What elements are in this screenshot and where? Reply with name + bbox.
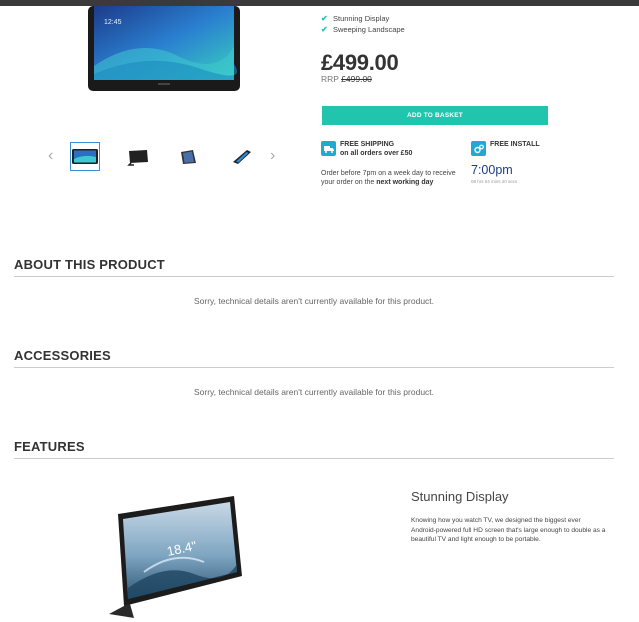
shipping-title: FREE SHIPPING xyxy=(340,141,395,148)
accessories-notice: Sorry, technical details aren't currentl… xyxy=(193,387,435,397)
add-to-basket-button[interactable]: ADD TO BASKET xyxy=(322,106,548,125)
install-time: 7:00pm xyxy=(471,163,513,177)
thumbnail-3[interactable] xyxy=(176,143,204,170)
chevron-right-icon[interactable]: › xyxy=(270,147,275,165)
thumbnail-carousel: ‹ › xyxy=(44,141,284,173)
product-price: £499.00 xyxy=(321,50,399,75)
shipping-subtitle: on all orders over £50 xyxy=(340,150,413,157)
features-section-title[interactable]: FEATURES xyxy=(14,439,85,454)
shipping-note: Order before 7pm on a week day to receiv… xyxy=(321,170,456,186)
feature-image: 18.4" xyxy=(109,496,242,618)
feature-bullet: ✔ Stunning Display xyxy=(321,14,390,23)
about-notice: Sorry, technical details aren't currentl… xyxy=(193,296,435,306)
feature-bullets: ✔ Stunning Display ✔ Sweeping Landscape xyxy=(321,13,405,35)
thumbnail-2[interactable] xyxy=(124,143,152,170)
install-countdown: 08 hrs 04 mins 40 secs xyxy=(471,179,518,184)
product-main-image: 12:45 xyxy=(88,6,240,91)
rrp-price: RRP £499.00 xyxy=(321,74,372,84)
screen-clock: 12:45 xyxy=(104,19,122,26)
divider xyxy=(14,276,614,277)
divider xyxy=(14,458,614,459)
divider xyxy=(14,367,614,368)
feature-bullet: ✔ Sweeping Landscape xyxy=(321,25,405,34)
thumbnail-4[interactable] xyxy=(228,143,256,170)
truck-icon xyxy=(321,141,336,156)
gears-icon xyxy=(471,141,486,156)
check-icon: ✔ xyxy=(321,25,328,34)
accessories-section-title[interactable]: ACCESSORIES xyxy=(14,348,111,363)
check-icon: ✔ xyxy=(321,14,328,23)
feature-description: Knowing how you watch TV, we designed th… xyxy=(411,517,606,543)
feature-heading: Stunning Display xyxy=(411,489,509,504)
install-title: FREE INSTALL xyxy=(490,141,540,148)
chevron-left-icon[interactable]: ‹ xyxy=(48,147,53,165)
about-section-title[interactable]: ABOUT THIS PRODUCT xyxy=(14,257,165,272)
thumbnail-1[interactable] xyxy=(70,142,100,171)
